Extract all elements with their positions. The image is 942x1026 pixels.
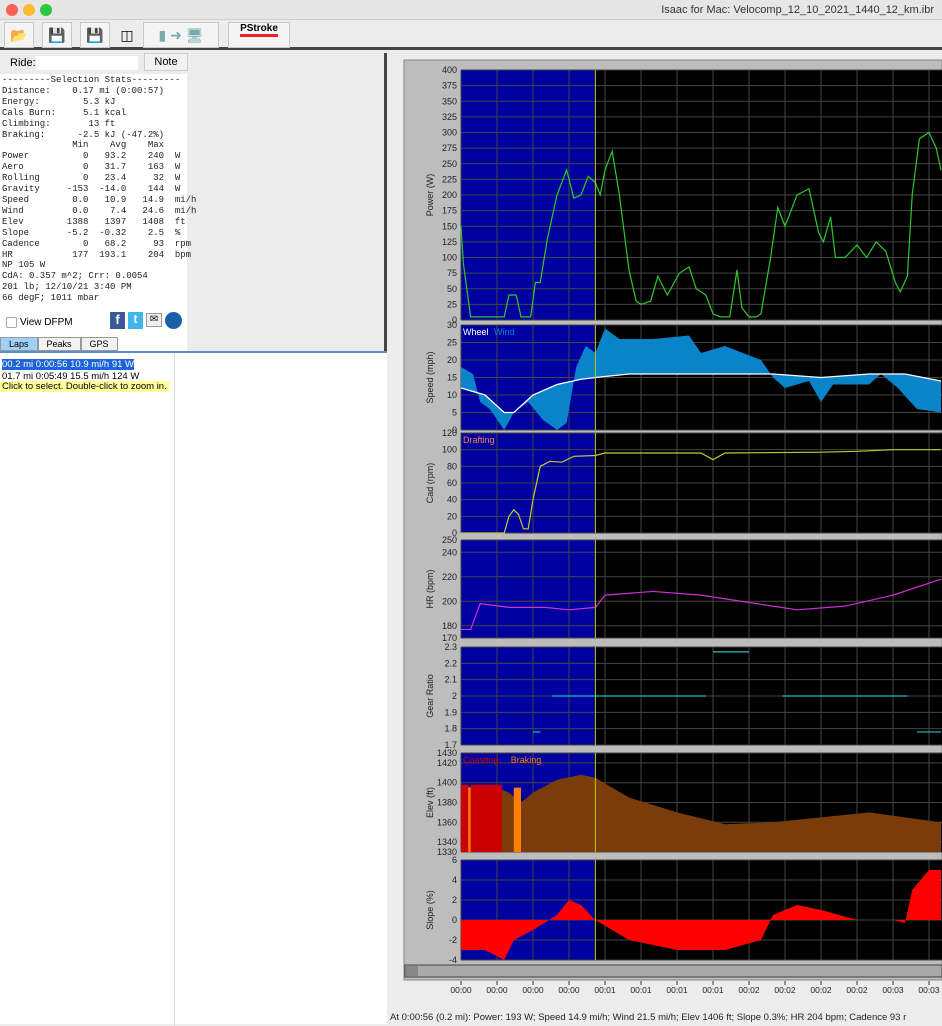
selection-region[interactable] bbox=[461, 540, 596, 638]
y-tick-label: -4 bbox=[449, 955, 457, 965]
y-tick-label: 220 bbox=[442, 572, 457, 582]
x-tick-label: 00:01 bbox=[594, 985, 616, 995]
y-axis-label: Power (W) bbox=[425, 174, 435, 217]
y-tick-label: 2 bbox=[452, 691, 457, 701]
legend-entry: Wind bbox=[494, 327, 515, 337]
y-tick-label: 1430 bbox=[437, 748, 457, 758]
horizontal-scrollbar[interactable] bbox=[404, 964, 942, 978]
x-tick-label: 00:00 bbox=[558, 985, 580, 995]
y-axis-label: Slope (%) bbox=[425, 890, 435, 930]
x-tick-label: 00:02 bbox=[846, 985, 868, 995]
y-tick-label: 25 bbox=[447, 299, 457, 309]
legend-entry: Wheel bbox=[463, 327, 489, 337]
x-tick-label: 00:01 bbox=[702, 985, 724, 995]
y-tick-label: 175 bbox=[442, 206, 457, 216]
legend-entry: Coasting bbox=[463, 755, 499, 765]
y-tick-label: 100 bbox=[442, 253, 457, 263]
chart-panel[interactable]: 0255075100125150175200225250275300325350… bbox=[425, 65, 942, 325]
y-tick-label: 325 bbox=[442, 112, 457, 122]
y-tick-label: 4 bbox=[452, 875, 457, 885]
y-tick-label: 15 bbox=[447, 373, 457, 383]
chart-panel[interactable]: -4 -2 0 2 4 6 Slope (%) bbox=[425, 855, 942, 965]
chart-panel[interactable]: 051015202530Speed (mph)Wheel Wind bbox=[425, 320, 942, 435]
y-tick-label: 1380 bbox=[437, 798, 457, 808]
y-tick-label: 1400 bbox=[437, 778, 457, 788]
x-tick-label: 00:00 bbox=[450, 985, 472, 995]
x-tick-label: 00:02 bbox=[738, 985, 760, 995]
y-tick-label: 1340 bbox=[437, 837, 457, 847]
y-tick-label: 1.8 bbox=[444, 724, 457, 734]
y-tick-label: 25 bbox=[447, 338, 457, 348]
x-tick-label: 00:00 bbox=[486, 985, 508, 995]
y-tick-label: 60 bbox=[447, 478, 457, 488]
ride-charts[interactable]: 0255075100125150175200225250275300325350… bbox=[0, 0, 942, 1024]
y-tick-label: 200 bbox=[442, 596, 457, 606]
y-tick-label: 20 bbox=[447, 511, 457, 521]
y-tick-label: 10 bbox=[447, 390, 457, 400]
chart-panel[interactable]: 1330134013601380140014201430Elev (ft)Coa… bbox=[425, 748, 942, 857]
legend-entry: Drafting bbox=[463, 435, 495, 445]
x-tick-label: 00:03 bbox=[882, 985, 904, 995]
y-tick-label: 350 bbox=[442, 96, 457, 106]
braking-region bbox=[513, 787, 521, 852]
y-tick-label: 120 bbox=[442, 428, 457, 438]
y-tick-label: 50 bbox=[447, 284, 457, 294]
x-tick-label: 00:01 bbox=[666, 985, 688, 995]
chart-panel[interactable]: 020406080100120Cad (rpm)Drafting bbox=[425, 428, 942, 538]
y-tick-label: 250 bbox=[442, 159, 457, 169]
y-tick-label: 6 bbox=[452, 855, 457, 865]
y-tick-label: 40 bbox=[447, 495, 457, 505]
y-tick-label: -2 bbox=[449, 935, 457, 945]
y-tick-label: 0 bbox=[452, 915, 457, 925]
y-tick-label: 100 bbox=[442, 445, 457, 455]
y-tick-label: 2.1 bbox=[444, 675, 457, 685]
chart-panel[interactable]: 170180200220240250HR (bpm) bbox=[425, 535, 942, 643]
y-axis-label: Speed (mph) bbox=[425, 351, 435, 403]
y-axis-label: HR (bpm) bbox=[425, 569, 435, 608]
y-tick-label: 1.9 bbox=[444, 707, 457, 717]
coasting-region bbox=[470, 784, 502, 852]
y-axis-label: Gear Ratio bbox=[425, 674, 435, 718]
scrollbar-thumb[interactable] bbox=[406, 966, 418, 976]
y-tick-label: 1360 bbox=[437, 817, 457, 827]
y-axis-label: Elev (ft) bbox=[425, 787, 435, 818]
y-tick-label: 1420 bbox=[437, 758, 457, 768]
chart-panel[interactable]: 1.71.81.922.12.22.3Gear Ratio bbox=[425, 642, 942, 750]
y-tick-label: 275 bbox=[442, 143, 457, 153]
x-tick-label: 00:02 bbox=[810, 985, 832, 995]
y-tick-label: 200 bbox=[442, 190, 457, 200]
y-tick-label: 300 bbox=[442, 128, 457, 138]
y-tick-label: 225 bbox=[442, 174, 457, 184]
coasting-region bbox=[461, 784, 469, 852]
y-tick-label: 375 bbox=[442, 81, 457, 91]
status-bar: At 0:00:56 (0.2 mi): Power: 193 W; Speed… bbox=[390, 1012, 907, 1023]
y-tick-label: 75 bbox=[447, 268, 457, 278]
y-tick-label: 125 bbox=[442, 237, 457, 247]
y-tick-label: 2 bbox=[452, 895, 457, 905]
y-axis-label: Cad (rpm) bbox=[425, 463, 435, 504]
x-tick-label: 00:01 bbox=[630, 985, 652, 995]
y-tick-label: 20 bbox=[447, 355, 457, 365]
x-tick-label: 00:02 bbox=[774, 985, 796, 995]
y-tick-label: 2.3 bbox=[444, 642, 457, 652]
braking-region bbox=[468, 787, 471, 852]
y-tick-label: 150 bbox=[442, 221, 457, 231]
y-tick-label: 5 bbox=[452, 408, 457, 418]
y-tick-label: 2.2 bbox=[444, 658, 457, 668]
x-tick-label: 00:00 bbox=[522, 985, 544, 995]
y-tick-label: 30 bbox=[447, 320, 457, 330]
y-tick-label: 240 bbox=[442, 547, 457, 557]
y-tick-label: 400 bbox=[442, 65, 457, 75]
legend-entry: Braking bbox=[511, 755, 542, 765]
x-tick-label: 00:03 bbox=[918, 985, 940, 995]
y-tick-label: 180 bbox=[442, 621, 457, 631]
y-tick-label: 80 bbox=[447, 461, 457, 471]
y-tick-label: 250 bbox=[442, 535, 457, 545]
